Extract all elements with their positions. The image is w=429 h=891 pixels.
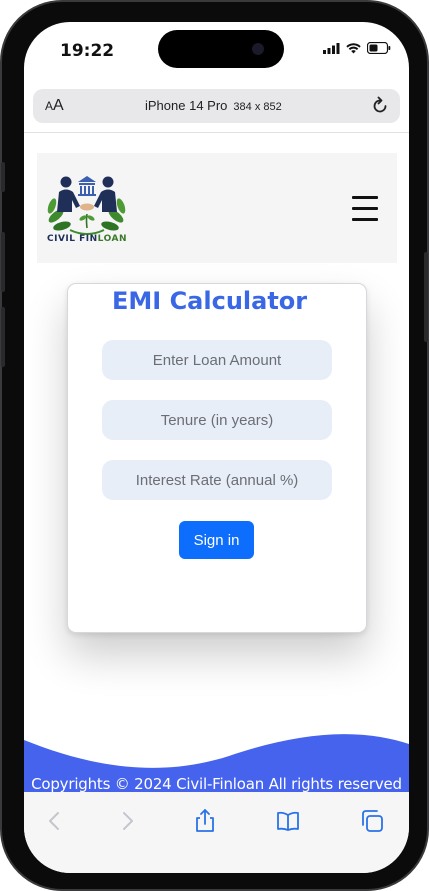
emi-calculator-card: EMI Calculator Sign in — [67, 283, 367, 633]
dynamic-island — [158, 30, 284, 68]
address-bar[interactable]: AA iPhone 14 Pro 384 x 852 — [33, 89, 400, 123]
address-text[interactable]: iPhone 14 Pro 384 x 852 — [145, 98, 282, 113]
power-button — [424, 252, 428, 342]
mute-switch — [1, 162, 5, 192]
phone-frame: 19:22 AA iPhone 14 Pro 384 x 852 CIVIL F… — [0, 0, 429, 891]
battery-icon — [367, 42, 391, 54]
device-size: 384 x 852 — [233, 101, 282, 113]
logo-text: CIVIL FINLOAN — [47, 234, 127, 244]
volume-down-button — [1, 307, 5, 367]
sign-in-button[interactable]: Sign in — [179, 521, 254, 559]
status-time: 19:22 — [60, 41, 115, 61]
status-icons — [323, 42, 391, 54]
forward-icon[interactable] — [114, 808, 140, 834]
tabs-icon[interactable] — [359, 808, 385, 834]
volume-up-button — [1, 232, 5, 292]
site-header: CIVIL FINLOAN — [37, 153, 397, 263]
phone-screen: 19:22 AA iPhone 14 Pro 384 x 852 CIVIL F… — [24, 22, 409, 873]
tenure-input[interactable] — [102, 400, 332, 440]
interest-rate-input[interactable] — [102, 460, 332, 500]
text-size-button[interactable]: AA — [45, 97, 64, 115]
address-divider — [24, 132, 409, 133]
browser-toolbar — [24, 792, 409, 873]
share-icon[interactable] — [192, 808, 218, 834]
bookmarks-icon[interactable] — [275, 808, 301, 834]
wifi-icon — [346, 42, 361, 53]
reload-icon[interactable] — [370, 96, 390, 116]
footer-copyright: Copyrights © 2024 Civil-Finloan All righ… — [31, 775, 402, 793]
camera-icon — [252, 43, 264, 55]
card-title: EMI Calculator — [112, 287, 308, 315]
device-name: iPhone 14 Pro — [145, 98, 228, 113]
status-bar: 19:22 — [24, 22, 409, 80]
cellular-signal-icon — [323, 42, 340, 54]
back-icon[interactable] — [42, 808, 68, 834]
hamburger-menu-icon[interactable] — [352, 196, 378, 221]
loan-amount-input[interactable] — [102, 340, 332, 380]
